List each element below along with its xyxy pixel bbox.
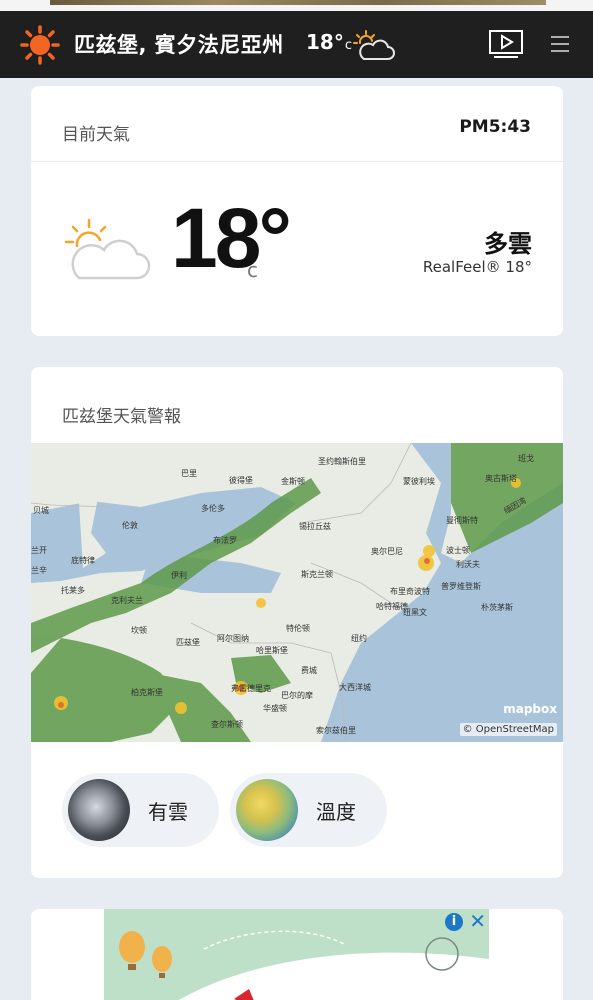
partly-cloudy-icon [64,218,151,280]
current-weather-header: 目前天氣 PM5:43 [31,86,563,162]
svg-text:巴尔的摩: 巴尔的摩 [281,690,313,700]
current-time: PM5:43 [459,117,531,137]
current-temperature: 18° [171,191,292,285]
svg-text:利沃夫: 利沃夫 [456,559,480,569]
svg-text:兰辛: 兰辛 [31,565,47,575]
svg-text:金斯顿: 金斯顿 [281,476,305,486]
cloud-satellite-thumbnail [68,779,130,841]
current-weather-title: 目前天氣 [62,125,130,145]
svg-text:查尔斯顿: 查尔斯顿 [211,719,243,729]
ad-close-icon[interactable]: ✕ [469,909,486,933]
realfeel-temperature: RealFeel® 18° [422,258,532,276]
svg-text:奥古斯塔: 奥古斯塔 [485,473,517,483]
svg-text:朴茨茅斯: 朴茨茅斯 [481,602,513,612]
svg-text:普罗维登斯: 普罗维登斯 [441,581,481,591]
svg-text:伦敦: 伦敦 [122,520,138,530]
svg-text:哈里斯堡: 哈里斯堡 [256,645,288,655]
mapbox-logo[interactable]: mapbox [503,702,557,716]
ad-banner[interactable]: i ✕ [104,909,489,1000]
svg-text:托莱多: 托莱多 [61,585,85,595]
svg-text:伊利: 伊利 [171,570,187,580]
svg-text:阿尔图纳: 阿尔图纳 [217,633,249,643]
current-weather-card[interactable]: 目前天氣 PM5:43 18° c 多雲 RealFeel® 18° [31,86,563,336]
svg-text:巴里: 巴里 [181,469,197,478]
header-temp-unit: c [344,38,352,53]
radar-map[interactable]: 巴里 彼得堡 金斯顿 圣约翰斯伯里 蒙彼利埃 奥古斯塔 班戈 缅因湾 多伦多 布… [31,443,563,742]
ad-illustration [104,909,489,1000]
svg-text:匹兹堡: 匹兹堡 [176,637,200,647]
weather-alerts-card: 匹兹堡天氣警報 巴里 彼得堡 金斯顿 圣约翰斯伯里 蒙彼利埃 奥古斯塔 班戈 缅… [31,367,563,878]
svg-text:华盛顿: 华盛顿 [263,703,287,713]
cloud-layer-button[interactable]: 有雲 [62,773,219,847]
ad-info-icon[interactable]: i [445,913,463,931]
header-temperature: 18°c [306,30,352,54]
top-ad-image [50,0,546,5]
svg-text:奥尔巴尼: 奥尔巴尼 [371,546,403,556]
temperature-layer-label: 溫度 [316,800,356,824]
partly-cloudy-icon [353,30,395,60]
svg-text:弗雷德里克: 弗雷德里克 [231,683,271,693]
svg-text:柏克斯堡: 柏克斯堡 [131,687,163,697]
svg-text:克利夫兰: 克利夫兰 [111,595,143,605]
svg-text:斯克兰顿: 斯克兰顿 [301,569,333,579]
svg-text:班戈: 班戈 [518,453,534,463]
svg-text:多伦多: 多伦多 [201,503,225,513]
temperature-map-thumbnail [236,779,298,841]
video-play-icon[interactable] [488,29,524,59]
svg-text:兰开: 兰开 [31,545,47,555]
svg-text:特伦顿: 特伦顿 [286,623,310,633]
map-attribution[interactable]: © OpenStreetMap [459,723,557,736]
ad-card: i ✕ [31,909,563,1000]
radar-map-graphic: 巴里 彼得堡 金斯顿 圣约翰斯伯里 蒙彼利埃 奥古斯塔 班戈 缅因湾 多伦多 布… [31,443,563,742]
svg-text:费城: 费城 [301,665,317,675]
svg-text:波士顿: 波士顿 [446,545,470,555]
sun-logo-icon[interactable] [20,25,60,65]
svg-text:贝城: 贝城 [33,506,49,515]
svg-text:哈特福德: 哈特福德 [376,601,408,611]
svg-text:锡拉丘兹: 锡拉丘兹 [299,521,331,531]
svg-text:布法罗: 布法罗 [213,535,237,545]
weather-condition: 多雲 [484,230,532,258]
svg-text:圣约翰斯伯里: 圣约翰斯伯里 [318,456,366,466]
svg-text:底特律: 底特律 [71,555,95,565]
svg-text:蒙彼利埃: 蒙彼利埃 [403,476,435,486]
svg-text:布里奇波特: 布里奇波特 [390,586,430,596]
svg-text:索尔兹伯里: 索尔兹伯里 [316,725,356,735]
svg-text:曼彻斯特: 曼彻斯特 [446,515,478,525]
svg-text:纽约: 纽约 [351,633,367,643]
temperature-layer-button[interactable]: 溫度 [230,773,387,847]
current-temp-unit: c [247,258,258,282]
location-name[interactable]: 匹兹堡, 賓夕法尼亞州 [74,29,284,59]
top-ad-strip [0,0,593,11]
svg-text:坎顿: 坎顿 [131,625,147,635]
svg-text:大西洋城: 大西洋城 [339,682,371,692]
cloud-layer-label: 有雲 [148,800,188,824]
header-temp-value: 18° [306,30,344,54]
hamburger-menu-icon[interactable] [549,35,571,53]
alerts-title: 匹兹堡天氣警報 [62,407,181,427]
svg-text:彼得堡: 彼得堡 [229,475,253,485]
app-header: 匹兹堡, 賓夕法尼亞州 18°c [0,11,593,78]
